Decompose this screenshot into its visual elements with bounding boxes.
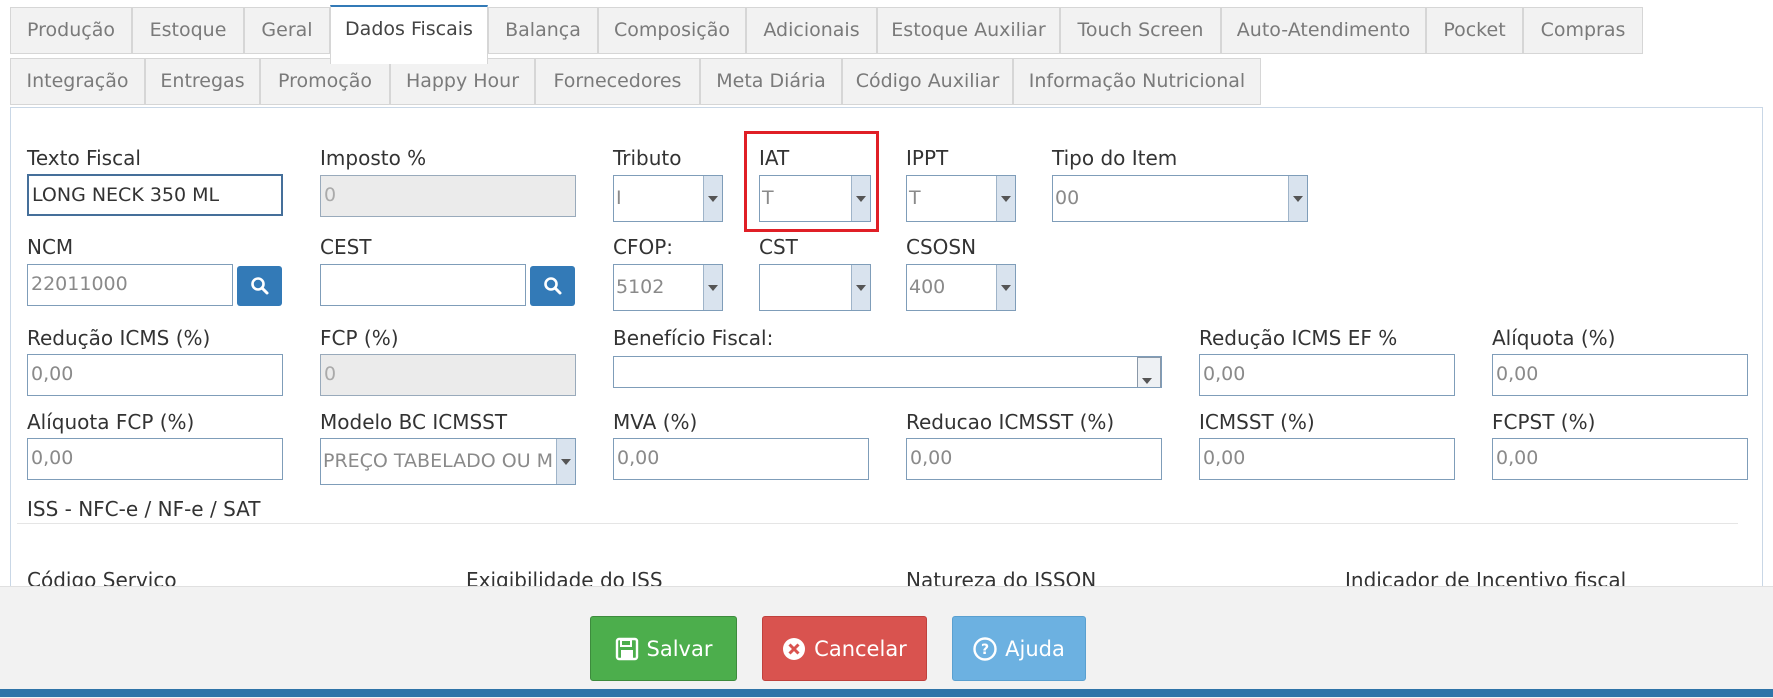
tab-fornecedores[interactable]: Fornecedores — [535, 58, 700, 105]
floppy-disk-icon — [615, 637, 638, 660]
cst-select[interactable] — [759, 264, 871, 311]
chevron-down-icon[interactable] — [556, 439, 575, 484]
chevron-down-icon[interactable] — [851, 265, 870, 310]
tab-meta-diaria[interactable]: Meta Diária — [700, 58, 842, 105]
fcp-input: 0 — [320, 354, 576, 396]
cest-label: CEST — [320, 235, 372, 259]
tab-informacao-nutricional[interactable]: Informação Nutricional — [1013, 58, 1261, 105]
tributo-label: Tributo — [613, 146, 682, 170]
save-label: Salvar — [646, 636, 713, 661]
imposto-label: Imposto % — [320, 146, 427, 170]
cst-label: CST — [759, 235, 798, 259]
texto-fiscal-input[interactable]: LONG NECK 350 ML — [27, 174, 283, 216]
section-divider — [17, 523, 1738, 524]
csosn-value: 400 — [909, 276, 946, 298]
iat-highlight-box — [744, 131, 879, 232]
cfop-value: 5102 — [616, 276, 665, 298]
fcpst-input[interactable]: 0,00 — [1492, 438, 1748, 480]
search-icon — [544, 277, 562, 295]
ippt-label: IPPT — [906, 146, 949, 170]
save-button[interactable]: Salvar — [590, 616, 737, 681]
tab-integracao[interactable]: Integração — [10, 58, 145, 105]
question-circle-icon: ? — [973, 636, 997, 661]
beneficio-fiscal-select[interactable] — [613, 356, 1162, 388]
tipo-item-value: 00 — [1055, 187, 1080, 209]
tab-compras[interactable]: Compras — [1523, 7, 1643, 54]
reducao-icms-ef-label: Redução ICMS EF % — [1199, 326, 1398, 350]
chevron-down-icon[interactable] — [996, 265, 1015, 310]
beneficio-fiscal-label: Benefício Fiscal: — [613, 326, 774, 350]
iss-section-title: ISS - NFC-e / NF-e / SAT — [27, 497, 261, 521]
icmsst-label: ICMSST (%) — [1199, 410, 1315, 434]
tab-bar: Produção Estoque Geral Dados Fiscais Bal… — [0, 0, 1773, 108]
aliquota-fcp-label: Alíquota FCP (%) — [27, 410, 195, 434]
tributo-value: I — [616, 187, 622, 209]
cest-input[interactable] — [320, 264, 526, 306]
imposto-input: 0 — [320, 175, 576, 217]
tab-dados-fiscais[interactable]: Dados Fiscais — [330, 5, 488, 64]
svg-text:?: ? — [981, 642, 989, 658]
fcp-label: FCP (%) — [320, 326, 399, 350]
search-icon — [251, 277, 269, 295]
csosn-label: CSOSN — [906, 235, 977, 259]
tab-geral[interactable]: Geral — [244, 7, 330, 54]
help-label: Ajuda — [1005, 636, 1065, 661]
cancel-label: Cancelar — [814, 636, 907, 661]
modelo-bc-select[interactable]: PREÇO TABELADO OU M — [320, 438, 576, 485]
icmsst-input[interactable]: 0,00 — [1199, 438, 1455, 480]
reducao-icmsst-input[interactable]: 0,00 — [906, 438, 1162, 480]
tab-estoque-auxiliar[interactable]: Estoque Auxiliar — [877, 7, 1060, 54]
tab-producao[interactable]: Produção — [10, 7, 132, 54]
aliquota-input[interactable]: 0,00 — [1492, 354, 1748, 396]
chevron-down-icon[interactable] — [996, 176, 1015, 221]
tab-entregas[interactable]: Entregas — [145, 58, 260, 105]
mva-input[interactable]: 0,00 — [613, 438, 869, 480]
reducao-icmsst-label: Reducao ICMSST (%) — [906, 410, 1115, 434]
reducao-icms-label: Redução ICMS (%) — [27, 326, 211, 350]
cancel-button[interactable]: Cancelar — [762, 616, 927, 681]
help-button[interactable]: ? Ajuda — [952, 616, 1086, 681]
cfop-select[interactable]: 5102 — [613, 264, 723, 311]
tab-estoque[interactable]: Estoque — [132, 7, 244, 54]
tab-balanca[interactable]: Balança — [488, 7, 598, 54]
reducao-icms-input[interactable]: 0,00 — [27, 354, 283, 396]
aliquota-label: Alíquota (%) — [1492, 326, 1616, 350]
tab-codigo-auxiliar[interactable]: Código Auxiliar — [842, 58, 1013, 105]
ncm-search-button[interactable] — [237, 266, 282, 306]
chevron-down-icon[interactable] — [703, 265, 722, 310]
tab-auto-atendimento[interactable]: Auto-Atendimento — [1221, 7, 1426, 54]
ippt-select[interactable]: T — [906, 175, 1016, 222]
chevron-down-icon[interactable] — [1288, 176, 1307, 221]
ippt-value: T — [909, 187, 921, 209]
tab-adicionais[interactable]: Adicionais — [746, 7, 877, 54]
mva-label: MVA (%) — [613, 410, 698, 434]
tipo-item-label: Tipo do Item — [1052, 146, 1178, 170]
csosn-select[interactable]: 400 — [906, 264, 1016, 311]
modelo-bc-label: Modelo BC ICMSST — [320, 410, 508, 434]
tab-happy-hour[interactable]: Happy Hour — [390, 58, 535, 105]
texto-fiscal-label: Texto Fiscal — [27, 146, 141, 170]
tipo-item-select[interactable]: 00 — [1052, 175, 1308, 222]
tributo-select[interactable]: I — [613, 175, 723, 222]
cest-search-button[interactable] — [530, 266, 575, 306]
cfop-label: CFOP: — [613, 235, 674, 259]
tab-touch-screen[interactable]: Touch Screen — [1060, 7, 1221, 54]
bottom-bar — [0, 689, 1773, 697]
chevron-down-icon[interactable] — [703, 176, 722, 221]
aliquota-fcp-input[interactable]: 0,00 — [27, 438, 283, 480]
modelo-bc-value: PREÇO TABELADO OU M — [323, 450, 554, 472]
close-circle-icon — [783, 637, 806, 660]
ncm-input[interactable]: 22011000 — [27, 264, 233, 306]
reducao-icms-ef-input[interactable]: 0,00 — [1199, 354, 1455, 396]
ncm-label: NCM — [27, 235, 74, 259]
tab-pocket[interactable]: Pocket — [1426, 7, 1523, 54]
tab-promocao[interactable]: Promoção — [260, 58, 390, 105]
fcpst-label: FCPST (%) — [1492, 410, 1596, 434]
tab-composicao[interactable]: Composição — [598, 7, 746, 54]
chevron-down-icon[interactable] — [1137, 357, 1161, 387]
